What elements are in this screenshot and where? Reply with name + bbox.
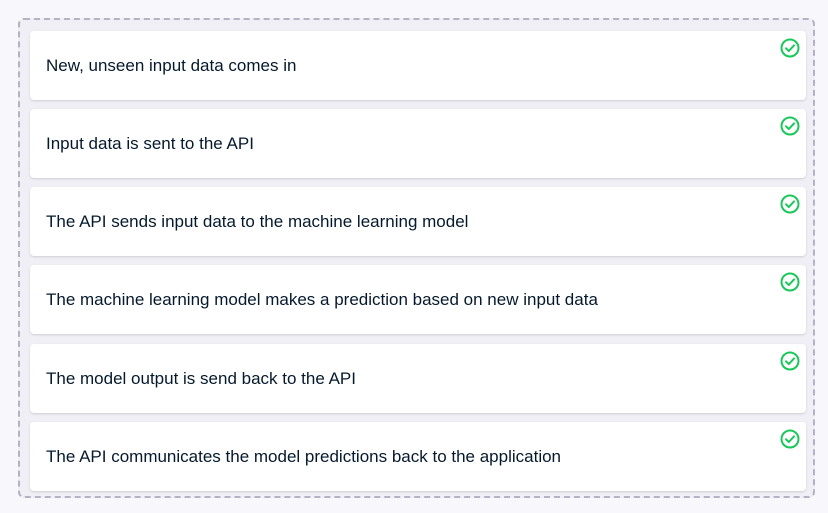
- order-item-label: The model output is send back to the API: [46, 369, 356, 388]
- check-circle-icon: [780, 194, 800, 214]
- order-item-2[interactable]: Input data is sent to the API: [30, 109, 806, 178]
- order-item-6[interactable]: The API communicates the model predictio…: [30, 422, 806, 491]
- order-item-label: New, unseen input data comes in: [46, 56, 297, 75]
- check-circle-icon: [780, 116, 800, 136]
- check-circle-icon: [780, 38, 800, 58]
- check-circle-icon: [780, 429, 800, 449]
- order-item-4[interactable]: The machine learning model makes a predi…: [30, 265, 806, 334]
- order-item-label: The API sends input data to the machine …: [46, 212, 469, 231]
- order-item-1[interactable]: New, unseen input data comes in: [30, 31, 806, 100]
- order-item-5[interactable]: The model output is send back to the API: [30, 344, 806, 413]
- order-item-3[interactable]: The API sends input data to the machine …: [30, 187, 806, 256]
- order-item-label: The machine learning model makes a predi…: [46, 290, 598, 309]
- check-circle-icon: [780, 351, 800, 371]
- order-item-label: Input data is sent to the API: [46, 134, 254, 153]
- check-circle-icon: [780, 272, 800, 292]
- order-item-label: The API communicates the model predictio…: [46, 447, 562, 466]
